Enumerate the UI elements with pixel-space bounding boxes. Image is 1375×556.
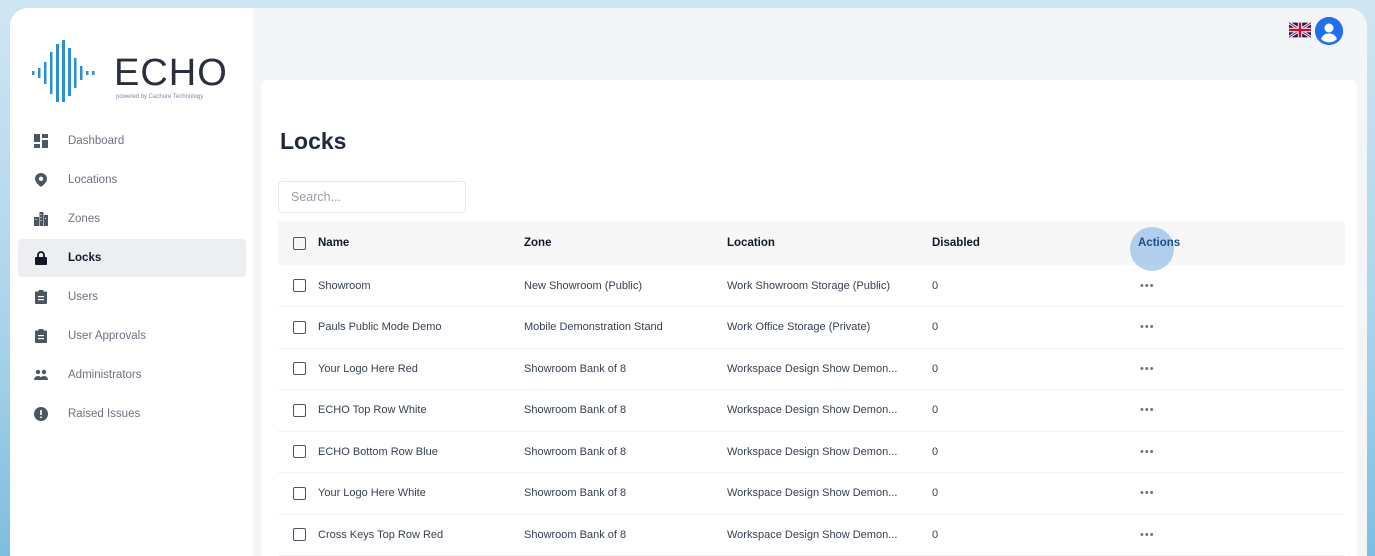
buildings-icon xyxy=(34,212,48,226)
cell-name: Cross Keys Top Row Red xyxy=(318,514,524,556)
row-checkbox[interactable] xyxy=(293,486,306,500)
page-title: Locks xyxy=(280,128,347,154)
sidebar-item-label: Locks xyxy=(68,252,102,264)
search-input[interactable] xyxy=(278,181,466,213)
cell-name: ECHO Top Row White xyxy=(318,389,524,432)
sidebar-item-user-approvals[interactable]: User Approvals xyxy=(18,317,246,355)
locks-table: Name Zone Location Disabled Actions Show… xyxy=(278,221,1345,556)
sidebar-item-locks[interactable]: Locks xyxy=(18,239,246,277)
row-actions-menu-icon[interactable]: ••• xyxy=(1138,446,1155,458)
select-all-checkbox[interactable] xyxy=(293,236,306,250)
cell-location: Workspace Design Show Demon... xyxy=(727,472,932,515)
table-row[interactable]: Your Logo Here White Showroom Bank of 8 … xyxy=(278,472,1345,515)
sidebar-item-label: User Approvals xyxy=(68,330,146,342)
people-icon xyxy=(34,368,48,382)
cell-zone: Showroom Bank of 8 xyxy=(524,514,727,556)
row-actions-menu-icon[interactable]: ••• xyxy=(1138,321,1155,333)
cell-disabled: 0 xyxy=(932,389,1138,432)
row-actions-menu-icon[interactable]: ••• xyxy=(1138,363,1155,375)
cell-disabled: 0 xyxy=(932,265,1138,307)
row-checkbox[interactable] xyxy=(293,445,306,459)
column-header-name[interactable]: Name xyxy=(318,221,524,265)
sidebar-item-zones[interactable]: Zones xyxy=(18,200,246,238)
column-header-location[interactable]: Location xyxy=(727,221,932,265)
table-row[interactable]: ECHO Top Row White Showroom Bank of 8 Wo… xyxy=(278,389,1345,432)
cell-name: Your Logo Here White xyxy=(318,472,524,515)
table-row[interactable]: ECHO Bottom Row Blue Showroom Bank of 8 … xyxy=(278,431,1345,473)
cell-location: Workspace Design Show Demon... xyxy=(727,389,932,432)
cell-disabled: 0 xyxy=(932,348,1138,390)
app-window: ECHO powered by Cachure Technology Dashb… xyxy=(10,8,1367,556)
table-row[interactable]: Pauls Public Mode Demo Mobile Demonstrat… xyxy=(278,306,1345,349)
table-row[interactable]: Cross Keys Top Row Red Showroom Bank of … xyxy=(278,514,1345,556)
cell-disabled: 0 xyxy=(932,306,1138,349)
sidebar: ECHO powered by Cachure Technology Dashb… xyxy=(10,8,253,556)
table-header-row: Name Zone Location Disabled Actions xyxy=(278,221,1345,271)
row-checkbox[interactable] xyxy=(293,528,306,542)
column-header-actions[interactable]: Actions xyxy=(1130,221,1345,271)
click-highlight xyxy=(1130,227,1174,271)
column-header-zone[interactable]: Zone xyxy=(524,221,727,265)
sidebar-item-dashboard[interactable]: Dashboard xyxy=(18,122,246,160)
cell-zone: Showroom Bank of 8 xyxy=(524,472,727,515)
alert-icon xyxy=(34,407,48,421)
cell-zone: Showroom Bank of 8 xyxy=(524,348,727,390)
row-checkbox[interactable] xyxy=(293,362,306,376)
cell-zone: Showroom Bank of 8 xyxy=(524,431,727,473)
sidebar-item-raised-issues[interactable]: Raised Issues xyxy=(18,395,246,433)
cell-name: Your Logo Here Red xyxy=(318,348,524,390)
row-actions-menu-icon[interactable]: ••• xyxy=(1138,280,1155,292)
table-row[interactable]: Your Logo Here Red Showroom Bank of 8 Wo… xyxy=(278,348,1345,390)
row-actions-menu-icon[interactable]: ••• xyxy=(1138,487,1155,499)
sidebar-item-label: Raised Issues xyxy=(68,408,141,420)
sidebar-item-label: Users xyxy=(68,291,99,303)
cell-disabled: 0 xyxy=(932,472,1138,515)
column-header-disabled[interactable]: Disabled xyxy=(932,221,1138,265)
row-checkbox[interactable] xyxy=(293,320,306,334)
cell-name: Pauls Public Mode Demo xyxy=(318,306,524,349)
user-avatar-icon[interactable] xyxy=(1315,17,1343,45)
cell-location: Workspace Design Show Demon... xyxy=(727,431,932,473)
dashboard-icon xyxy=(34,134,48,148)
cell-name: ECHO Bottom Row Blue xyxy=(318,431,524,473)
clipboard-icon xyxy=(34,329,48,343)
sidebar-item-administrators[interactable]: Administrators xyxy=(18,356,246,394)
sidebar-nav: Dashboard Locations Zones Locks Users Us… xyxy=(18,122,246,434)
map-pin-icon xyxy=(34,173,48,187)
sidebar-item-label: Zones xyxy=(68,213,100,225)
clipboard-icon xyxy=(34,290,48,304)
uk-flag-icon[interactable] xyxy=(1288,21,1312,39)
row-actions-menu-icon[interactable]: ••• xyxy=(1138,529,1155,541)
brand-tagline: powered by Cachure Technology xyxy=(116,94,204,100)
cell-location: Work Office Storage (Private) xyxy=(727,306,932,349)
row-checkbox[interactable] xyxy=(293,279,306,292)
cell-zone: Mobile Demonstration Stand xyxy=(524,306,727,349)
brand-name: ECHO xyxy=(114,52,228,94)
row-checkbox[interactable] xyxy=(293,403,306,417)
select-all-cell xyxy=(278,221,318,265)
cell-location: Workspace Design Show Demon... xyxy=(727,514,932,556)
cell-disabled: 0 xyxy=(932,514,1138,556)
sidebar-item-label: Administrators xyxy=(68,369,142,381)
row-actions-menu-icon[interactable]: ••• xyxy=(1138,404,1155,416)
cell-zone: New Showroom (Public) xyxy=(524,265,727,307)
sidebar-item-label: Dashboard xyxy=(68,135,125,147)
cell-disabled: 0 xyxy=(932,431,1138,473)
sidebar-item-locations[interactable]: Locations xyxy=(18,161,246,199)
sidebar-item-users[interactable]: Users xyxy=(18,278,246,316)
cell-name: Showroom xyxy=(318,265,524,307)
lock-icon xyxy=(34,251,48,265)
cell-zone: Showroom Bank of 8 xyxy=(524,389,727,432)
table-row[interactable]: Showroom New Showroom (Public) Work Show… xyxy=(278,265,1345,307)
echo-waveform-icon xyxy=(32,40,95,102)
sidebar-item-label: Locations xyxy=(68,174,118,186)
main-content: Locks Name Zone Location Disabled Action… xyxy=(261,80,1357,556)
cell-location: Workspace Design Show Demon... xyxy=(727,348,932,390)
column-header-actions-label: Actions xyxy=(1138,237,1181,249)
cell-location: Work Showroom Storage (Public) xyxy=(727,265,932,307)
brand-logo[interactable]: ECHO powered by Cachure Technology xyxy=(32,38,232,108)
